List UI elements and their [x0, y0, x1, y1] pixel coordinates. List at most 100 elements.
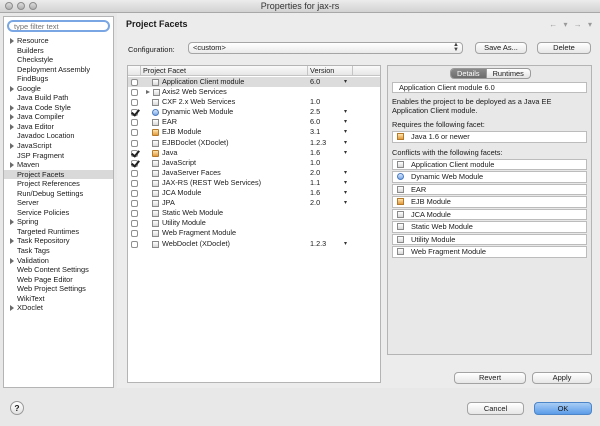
facet-version[interactable]: 2.0: [310, 198, 320, 208]
delete-button[interactable]: Delete: [537, 42, 591, 54]
save-as-button[interactable]: Save As...: [475, 42, 527, 54]
facet-version[interactable]: 1.2.3: [310, 239, 326, 249]
column-header-facet[interactable]: Project Facet: [143, 66, 186, 76]
sidebar-item-task-repository[interactable]: Task Repository: [4, 236, 113, 246]
tab-runtimes[interactable]: Runtimes: [487, 69, 530, 78]
facet-version[interactable]: 6.0: [310, 117, 320, 127]
sidebar-item-project-facets[interactable]: Project Facets: [4, 169, 113, 180]
sidebar-item-xdoclet[interactable]: XDoclet: [4, 303, 113, 313]
version-dropdown-icon[interactable]: ▾: [344, 127, 347, 137]
facet-row[interactable]: JCA Module 1.6 ▾: [128, 188, 380, 198]
facet-checkbox[interactable]: [131, 169, 138, 177]
facet-checkbox[interactable]: [131, 139, 138, 147]
facet-version[interactable]: 1.6: [310, 188, 320, 198]
sidebar-item-checkstyle[interactable]: Checkstyle: [4, 55, 113, 65]
facet-row[interactable]: Application Client module 6.0 ▾: [128, 77, 380, 88]
sidebar-item-project-references[interactable]: Project References: [4, 179, 113, 189]
facet-row[interactable]: Java 1.6 ▾: [128, 148, 380, 158]
sidebar-item-maven[interactable]: Maven: [4, 160, 113, 170]
facet-row[interactable]: Static Web Module: [128, 208, 380, 218]
expand-arrow-icon[interactable]: [10, 305, 14, 312]
sidebar-item-targeted-runtimes[interactable]: Targeted Runtimes: [4, 227, 113, 237]
facet-row[interactable]: WebDoclet (XDoclet) 1.2.3 ▾: [128, 239, 380, 249]
facet-checkbox[interactable]: [131, 149, 138, 157]
sidebar-item-deployment-assembly[interactable]: Deployment Assembly: [4, 65, 113, 75]
apply-button[interactable]: Apply: [532, 372, 592, 384]
expand-arrow-icon[interactable]: [10, 162, 14, 169]
version-dropdown-icon[interactable]: ▾: [344, 239, 347, 249]
facet-row[interactable]: Axis2 Web Services: [128, 87, 380, 97]
version-dropdown-icon[interactable]: ▾: [344, 198, 347, 208]
facet-checkbox[interactable]: [131, 79, 138, 86]
expand-arrow-icon[interactable]: [10, 104, 14, 111]
expand-arrow-icon[interactable]: [10, 238, 14, 245]
expand-arrow-icon[interactable]: [10, 143, 14, 150]
facet-checkbox[interactable]: [131, 200, 138, 208]
facet-version[interactable]: 6.0: [310, 77, 320, 87]
sidebar-item-java-editor[interactable]: Java Editor: [4, 122, 113, 132]
facet-checkbox[interactable]: [131, 89, 138, 97]
column-header-version[interactable]: Version: [310, 66, 334, 76]
facet-row[interactable]: JavaServer Faces 2.0 ▾: [128, 168, 380, 178]
facet-row[interactable]: EAR 6.0 ▾: [128, 117, 380, 127]
sidebar-item-web-project-settings[interactable]: Web Project Settings: [4, 284, 113, 294]
sidebar-item-java-build-path[interactable]: Java Build Path: [4, 93, 113, 103]
facet-version[interactable]: 1.0: [310, 158, 320, 168]
sidebar-item-builders[interactable]: Builders: [4, 46, 113, 56]
filter-input[interactable]: [7, 20, 110, 32]
facet-checkbox[interactable]: [131, 230, 138, 238]
expand-arrow-icon[interactable]: [10, 257, 14, 264]
facet-row[interactable]: Utility Module: [128, 218, 380, 228]
sidebar-item-google[interactable]: Google: [4, 84, 113, 94]
sidebar-item-jsp-fragment[interactable]: JSP Fragment: [4, 151, 113, 161]
expand-arrow-icon[interactable]: [10, 219, 14, 226]
facet-row[interactable]: Dynamic Web Module 2.5 ▾: [128, 107, 380, 117]
version-dropdown-icon[interactable]: ▾: [344, 148, 347, 158]
configuration-select[interactable]: <custom> ▲ ▼: [188, 42, 463, 54]
expand-arrow-icon[interactable]: [10, 38, 14, 44]
facet-row[interactable]: JPA 2.0 ▾: [128, 198, 380, 208]
facet-checkbox[interactable]: [131, 190, 138, 198]
facet-row[interactable]: EJB Module 3.1 ▾: [128, 127, 380, 137]
facet-checkbox[interactable]: [131, 119, 138, 127]
facet-row[interactable]: JavaScript 1.0: [128, 158, 380, 168]
tab-details[interactable]: Details: [451, 69, 487, 78]
facet-checkbox[interactable]: [131, 210, 138, 218]
facet-checkbox[interactable]: [131, 220, 138, 228]
cancel-button[interactable]: Cancel: [467, 402, 524, 415]
sidebar-item-task-tags[interactable]: Task Tags: [4, 246, 113, 256]
facet-checkbox[interactable]: [131, 129, 138, 137]
sidebar-item-javascript[interactable]: JavaScript: [4, 141, 113, 151]
version-dropdown-icon[interactable]: ▾: [344, 77, 347, 87]
sidebar-item-findbugs[interactable]: FindBugs: [4, 74, 113, 84]
sidebar-item-service-policies[interactable]: Service Policies: [4, 208, 113, 218]
facet-version[interactable]: 1.0: [310, 97, 320, 107]
facet-row[interactable]: JAX-RS (REST Web Services) 1.1 ▾: [128, 178, 380, 188]
facet-row[interactable]: EJBDoclet (XDoclet) 1.2.3 ▾: [128, 138, 380, 148]
sidebar-item-web-content-settings[interactable]: Web Content Settings: [4, 265, 113, 275]
expand-arrow-icon[interactable]: [146, 90, 150, 95]
expand-arrow-icon[interactable]: [10, 85, 14, 92]
sidebar-item-spring[interactable]: Spring: [4, 217, 113, 227]
expand-arrow-icon[interactable]: [10, 123, 14, 130]
facet-version[interactable]: 2.0: [310, 168, 320, 178]
expand-arrow-icon[interactable]: [10, 114, 14, 121]
sidebar-item-java-compiler[interactable]: Java Compiler: [4, 112, 113, 122]
facet-checkbox[interactable]: [131, 159, 138, 167]
version-dropdown-icon[interactable]: ▾: [344, 138, 347, 148]
facet-version[interactable]: 1.1: [310, 178, 320, 188]
facet-row[interactable]: Web Fragment Module: [128, 228, 380, 238]
sidebar-item-server[interactable]: Server: [4, 198, 113, 208]
sidebar-item-resource[interactable]: Resource: [4, 36, 113, 46]
facet-checkbox[interactable]: [131, 240, 138, 248]
facet-version[interactable]: 1.6: [310, 148, 320, 158]
help-button[interactable]: ?: [10, 401, 24, 415]
ok-button[interactable]: OK: [534, 402, 592, 415]
facet-row[interactable]: CXF 2.x Web Services 1.0: [128, 97, 380, 107]
revert-button[interactable]: Revert: [454, 372, 526, 384]
version-dropdown-icon[interactable]: ▾: [344, 107, 347, 117]
facet-checkbox[interactable]: [131, 99, 138, 107]
sidebar-item-web-page-editor[interactable]: Web Page Editor: [4, 275, 113, 285]
version-dropdown-icon[interactable]: ▾: [344, 168, 347, 178]
facet-checkbox[interactable]: [131, 109, 138, 117]
